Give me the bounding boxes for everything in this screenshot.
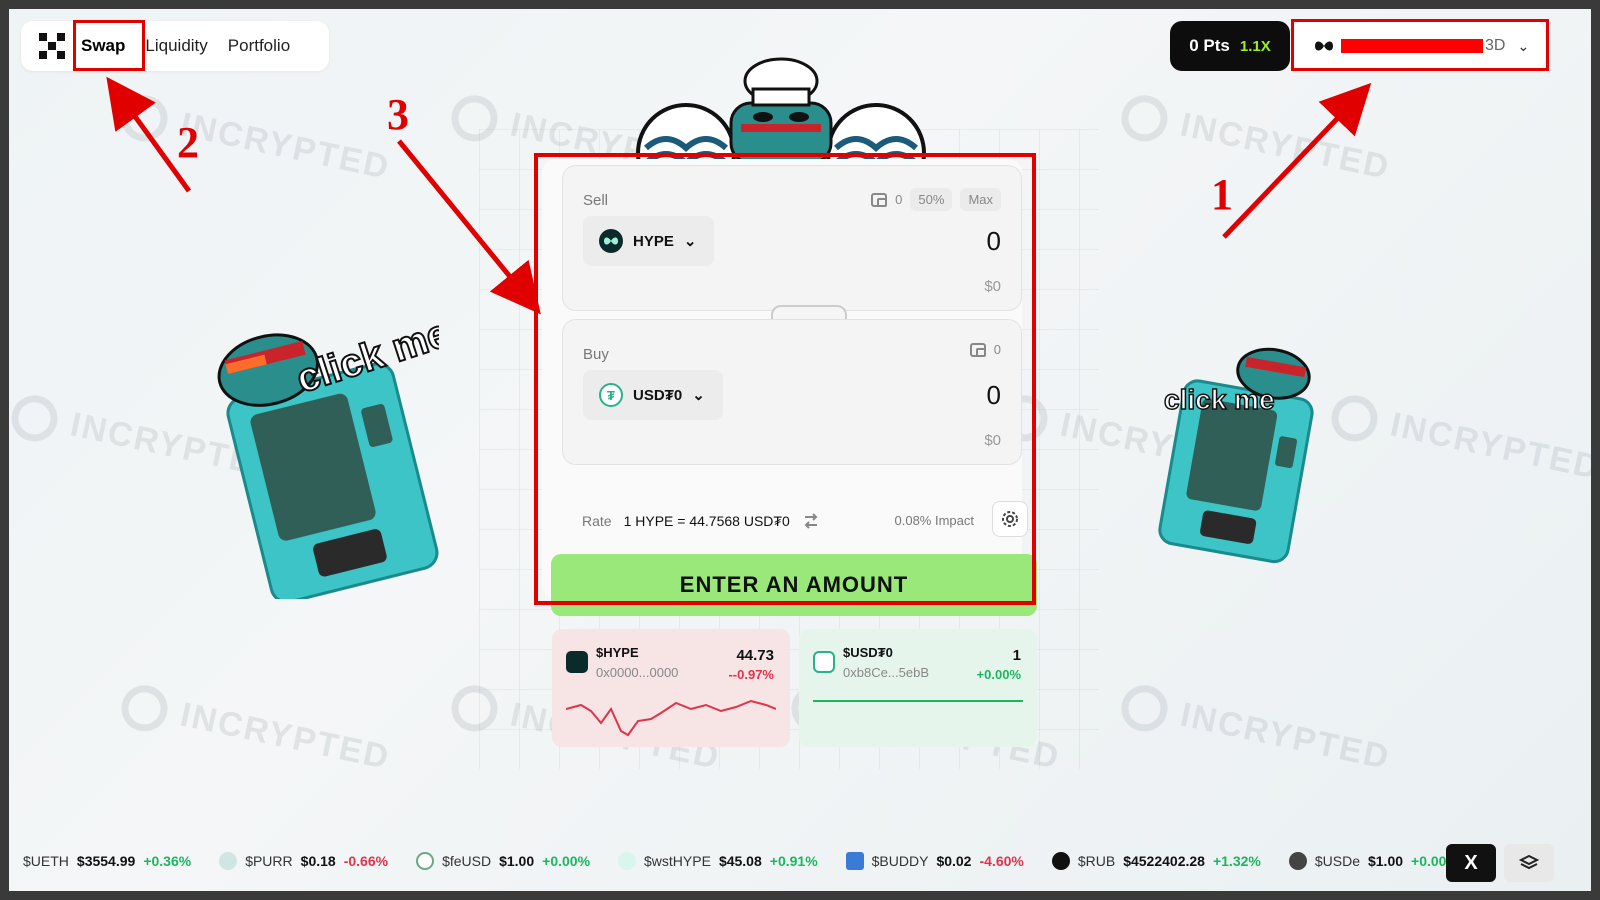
ticker-item[interactable]: $feUSD $1.00 +0.00% — [416, 852, 590, 870]
usdt0-token-icon — [813, 651, 835, 673]
annotation-number-3: 3 — [387, 90, 409, 139]
watermark: INCRYPTED — [1117, 91, 1394, 193]
points-badge[interactable]: 0 Pts 1.1X — [1170, 21, 1290, 71]
annotation-box-swap — [73, 20, 145, 71]
ticker-symbol: $UETH — [23, 853, 69, 869]
layers-button[interactable] — [1504, 844, 1554, 882]
ticker-price: $45.08 — [718, 853, 762, 869]
chef-mascot-image — [636, 57, 926, 163]
ticker-price: $0.02 — [936, 853, 972, 869]
click-me-vending-machine-left[interactable]: click me — [209, 299, 439, 599]
ticker-change: -4.60% — [979, 853, 1024, 869]
ticker-change: +0.00% — [542, 853, 591, 869]
app-frame: INCRYPTED INCRYPTED INCRYPTED INCRYPTED … — [9, 9, 1591, 891]
watermark: INCRYPTED — [117, 91, 394, 193]
ticker-symbol: $BUDDY — [871, 853, 929, 869]
feusd-token-icon — [416, 852, 435, 870]
ticker-price: $1.00 — [1367, 853, 1404, 869]
ticker-change: -0.66% — [343, 853, 389, 869]
click-me-vending-machine-right[interactable]: click me — [1154, 339, 1324, 569]
ticker-item[interactable]: $RUB $4522402.28 +1.32% — [1051, 852, 1261, 870]
ticker-price: $3554.99 — [76, 853, 136, 869]
ticker-item[interactable]: $PURR $0.18 -0.66% — [219, 852, 388, 870]
app-logo-icon[interactable] — [39, 33, 65, 59]
usdt0-sparkline — [813, 700, 1023, 702]
token-card-name: $HYPE — [596, 645, 639, 660]
points-multiplier: 1.1X — [1239, 37, 1271, 55]
token-card-price: 1 — [1012, 647, 1021, 664]
token-card-change: +0.00% — [976, 667, 1021, 682]
ticker-change: +0.91% — [769, 853, 818, 869]
ticker-change: +1.32% — [1212, 853, 1261, 869]
ticker-price: $0.18 — [300, 853, 336, 869]
hype-sparkline — [566, 699, 776, 737]
ticker-item[interactable]: $USDe $1.00 +0.00 — [1288, 852, 1447, 870]
ticker-symbol: $RUB — [1077, 853, 1116, 869]
buddy-token-icon — [845, 852, 864, 870]
annotation-box-wallet — [1291, 19, 1549, 71]
ticker-item[interactable]: $BUDDY $0.02 -4.60% — [845, 852, 1024, 870]
purr-token-icon — [219, 852, 238, 870]
annotation-number-2: 2 — [177, 118, 199, 167]
token-card-hype[interactable]: $HYPE 0x0000...0000 44.73 --0.97% — [552, 629, 790, 747]
token-card-usdt0[interactable]: $USD₮0 0xb8Ce...5ebB 1 +0.00% — [799, 629, 1037, 747]
token-card-name: $USD₮0 — [843, 645, 893, 660]
annotation-number-1: 1 — [1211, 170, 1233, 219]
mascot-label-right: click me — [1164, 384, 1275, 415]
usde-token-icon — [1288, 852, 1307, 870]
ticker-symbol: $wstHYPE — [644, 853, 711, 869]
ticker-symbol: $feUSD — [442, 853, 492, 869]
ticker-change: +0.00 — [1411, 853, 1447, 869]
points-value: 0 Pts — [1189, 36, 1230, 55]
nav-portfolio[interactable]: Portfolio — [228, 36, 290, 56]
token-card-address: 0xb8Ce...5ebB — [843, 665, 930, 680]
token-card-price: 44.73 — [736, 647, 774, 664]
price-ticker: $UETH $3554.99 +0.36% $PURR $0.18 -0.66%… — [9, 847, 1449, 875]
watermark: INCRYPTED — [1327, 391, 1591, 493]
ticker-item[interactable]: $wstHYPE $45.08 +0.91% — [618, 852, 818, 870]
wsthype-token-icon — [618, 852, 637, 870]
top-nav: Swap Liquidity Portfolio — [21, 21, 329, 71]
ticker-change: +0.36% — [143, 853, 192, 869]
watermark: INCRYPTED — [117, 681, 394, 783]
ticker-price: $1.00 — [499, 853, 535, 869]
rub-token-icon — [1051, 852, 1070, 870]
annotation-box-swap-card — [534, 153, 1036, 605]
ticker-symbol: $PURR — [245, 853, 293, 869]
watermark: INCRYPTED — [1117, 681, 1394, 783]
token-card-change: --0.97% — [728, 667, 774, 682]
nav-liquidity[interactable]: Liquidity — [145, 36, 207, 56]
ticker-item[interactable]: $UETH $3554.99 +0.36% — [23, 853, 191, 869]
hype-token-icon — [566, 651, 588, 673]
layers-icon — [1519, 854, 1539, 870]
x-social-button[interactable]: X — [1446, 844, 1496, 882]
ticker-symbol: $USDe — [1314, 853, 1360, 869]
token-card-address: 0x0000...0000 — [596, 665, 679, 680]
ticker-price: $4522402.28 — [1123, 853, 1205, 869]
x-icon: X — [1464, 851, 1478, 874]
